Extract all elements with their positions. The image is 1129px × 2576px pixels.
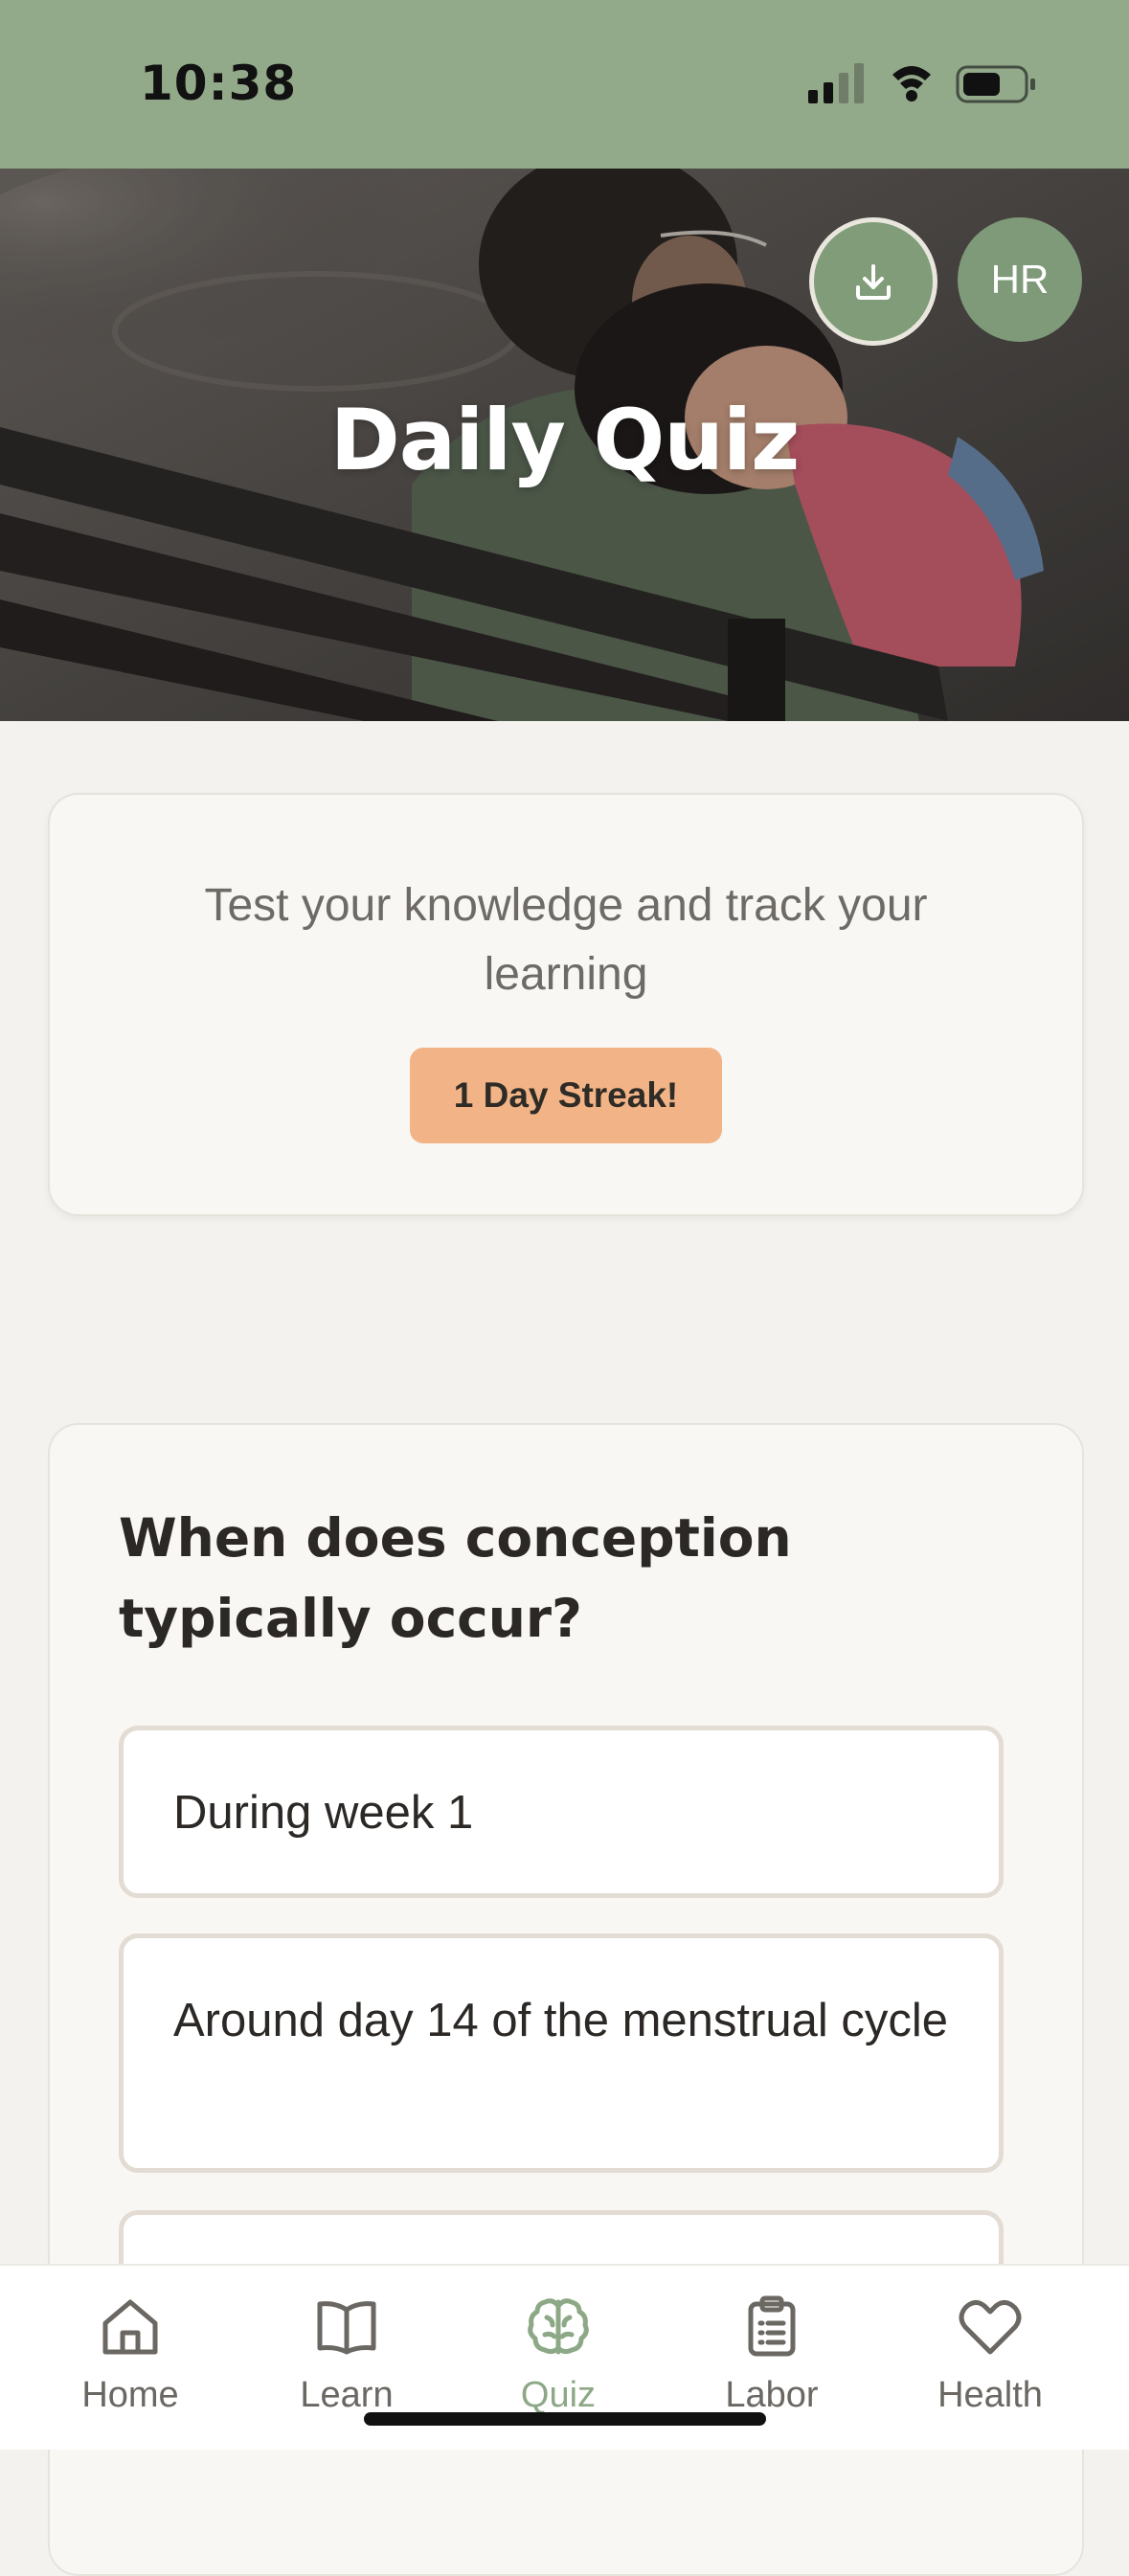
status-time: 10:38 — [140, 56, 298, 111]
streak-badge: 1 Day Streak! — [410, 1048, 722, 1143]
nav-item-quiz[interactable]: Quiz — [463, 2293, 654, 2416]
signal-icon — [808, 63, 864, 103]
download-button[interactable] — [809, 217, 937, 346]
download-icon — [856, 264, 891, 300]
page-title: Daily Quiz — [329, 391, 801, 489]
battery-icon — [956, 65, 1035, 103]
clipboard-icon — [748, 2295, 796, 2357]
nav-item-labor[interactable]: Labor — [676, 2293, 868, 2416]
intro-subtitle: Test your knowledge and track your learn… — [204, 880, 928, 1000]
nav-label: Home — [81, 2375, 179, 2415]
nav-item-learn[interactable]: Learn — [251, 2293, 442, 2416]
hero-banner: Daily Quiz — [0, 169, 1129, 721]
answer-option[interactable]: Around day 14 of the menstrual cycle — [119, 1933, 1004, 2173]
brain-icon — [528, 2298, 589, 2355]
avatar[interactable]: HR — [958, 217, 1082, 342]
nav-label: Labor — [725, 2375, 819, 2415]
intro-card: Test your knowledge and track your learn… — [48, 793, 1084, 1216]
nav-item-health[interactable]: Health — [894, 2293, 1086, 2416]
nav-label: Quiz — [520, 2375, 597, 2415]
wifi-icon — [892, 66, 931, 102]
nav-label: Health — [937, 2375, 1043, 2415]
heart-icon — [959, 2300, 1022, 2355]
nav-label: Learn — [300, 2375, 394, 2415]
home-icon — [102, 2299, 158, 2355]
status-icons — [808, 63, 1035, 103]
book-icon — [317, 2301, 376, 2355]
question-text: When does conception typically occur? — [119, 1507, 792, 1649]
answer-option[interactable]: During week 1 — [119, 1726, 1004, 1898]
home-indicator — [364, 2412, 766, 2426]
status-bar: 10:38 — [0, 0, 1129, 169]
nav-item-home[interactable]: Home — [34, 2293, 226, 2416]
